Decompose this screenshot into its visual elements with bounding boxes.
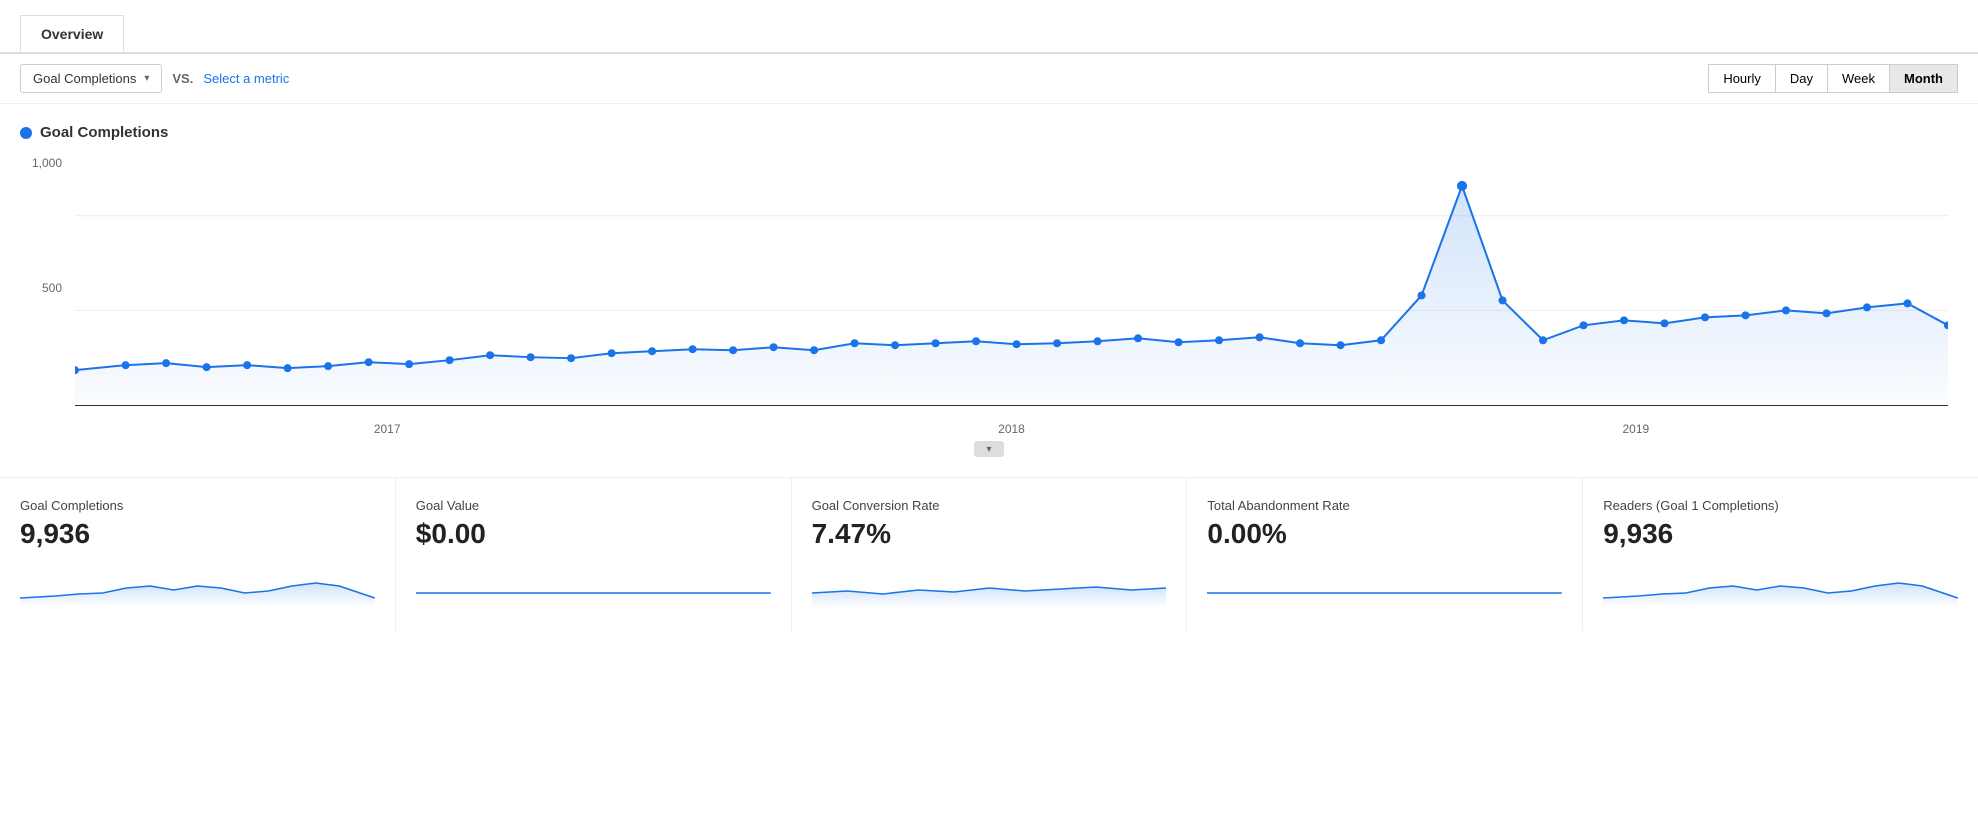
metric-dropdown[interactable]: Goal Completions ▾ [20, 64, 162, 93]
x-axis-labels: 2017 2018 2019 [75, 422, 1948, 436]
chart-legend-label: Goal Completions [40, 124, 168, 141]
legend-dot-icon [20, 127, 32, 139]
stat-card-abandonment-rate: Total Abandonment Rate 0.00% [1187, 478, 1583, 631]
mini-chart-3 [1207, 558, 1562, 608]
chart-container: 1,000 500 [20, 156, 1958, 436]
main-chart-svg [75, 156, 1948, 405]
month-button[interactable]: Month [1889, 64, 1958, 93]
stat-value-2: 7.47% [812, 518, 1167, 550]
stat-label-2: Goal Conversion Rate [812, 498, 1167, 513]
x-label-2018: 2018 [998, 422, 1025, 436]
stat-card-goal-value: Goal Value $0.00 [396, 478, 792, 631]
chart-section: Goal Completions 1,000 500 [0, 104, 1978, 457]
mini-chart-0 [20, 558, 375, 608]
dropdown-arrow-icon: ▾ [144, 73, 149, 84]
stat-value-1: $0.00 [416, 518, 771, 550]
stat-card-readers: Readers (Goal 1 Completions) 9,936 [1583, 478, 1978, 631]
chart-legend: Goal Completions [20, 124, 1958, 141]
metric-dropdown-label: Goal Completions [33, 71, 136, 86]
stat-value-0: 9,936 [20, 518, 375, 550]
main-chart-area [75, 156, 1948, 406]
overview-tab[interactable]: Overview [20, 15, 124, 52]
y-label-1000: 1,000 [20, 156, 70, 170]
stat-label-1: Goal Value [416, 498, 771, 513]
scroll-handle[interactable] [974, 441, 1004, 457]
day-button[interactable]: Day [1775, 64, 1828, 93]
metric-selector: Goal Completions ▾ VS. Select a metric [20, 64, 289, 93]
y-label-500: 500 [20, 281, 70, 295]
vs-label: VS. [172, 71, 193, 86]
stat-value-4: 9,936 [1603, 518, 1958, 550]
stat-label-4: Readers (Goal 1 Completions) [1603, 498, 1958, 513]
stat-card-conversion-rate: Goal Conversion Rate 7.47% [792, 478, 1188, 631]
time-buttons: Hourly Day Week Month [1709, 64, 1958, 93]
stats-section: Goal Completions 9,936 Goal Value $0.00 … [0, 477, 1978, 631]
mini-chart-2 [812, 558, 1167, 608]
stat-label-3: Total Abandonment Rate [1207, 498, 1562, 513]
x-label-2019: 2019 [1622, 422, 1649, 436]
stat-value-3: 0.00% [1207, 518, 1562, 550]
stat-label-0: Goal Completions [20, 498, 375, 513]
y-axis-labels: 1,000 500 [20, 156, 70, 436]
week-button[interactable]: Week [1827, 64, 1890, 93]
select-metric-link[interactable]: Select a metric [203, 71, 289, 86]
x-label-2017: 2017 [374, 422, 401, 436]
mini-chart-4 [1603, 558, 1958, 608]
stat-card-goal-completions: Goal Completions 9,936 [0, 478, 396, 631]
mini-chart-1 [416, 558, 771, 608]
top-bar: Goal Completions ▾ VS. Select a metric H… [0, 53, 1978, 104]
hourly-button[interactable]: Hourly [1708, 64, 1776, 93]
